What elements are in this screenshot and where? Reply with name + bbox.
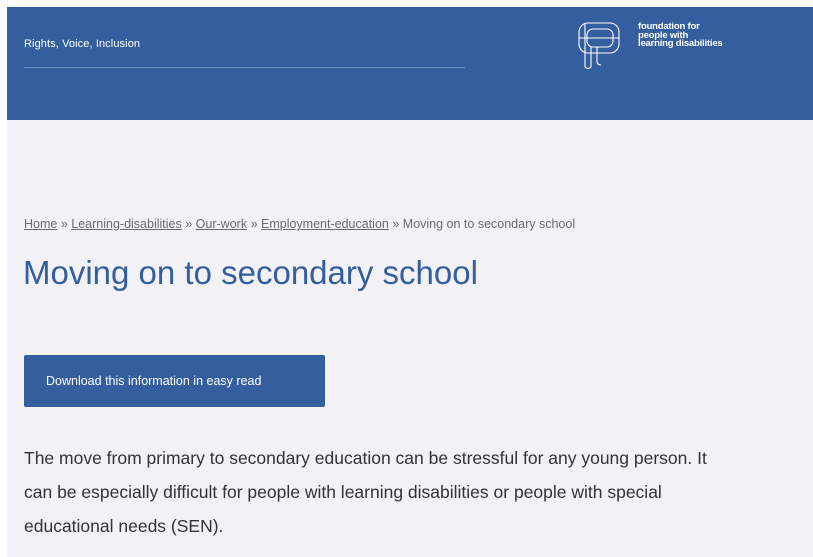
intro-line-2: can be especially difficult for people w…: [24, 482, 662, 502]
intro-line-1: The move from primary to secondary educa…: [24, 448, 707, 468]
tagline-divider: [24, 67, 465, 68]
page-title: Moving on to secondary school: [23, 254, 478, 291]
breadcrumb-separator: »: [250, 217, 261, 231]
breadcrumb-current: Moving on to secondary school: [402, 217, 576, 231]
breadcrumb-link-learning-disabilities[interactable]: Learning-disabilities: [71, 217, 181, 231]
site-header: Rights, Voice, Inclusion foundation for …: [7, 7, 813, 120]
breadcrumb-separator: »: [392, 217, 403, 231]
download-easy-read-button[interactable]: Download this information in easy read: [24, 355, 325, 407]
breadcrumb-link-employment-education[interactable]: Employment-education: [261, 217, 389, 231]
site-logo[interactable]: foundation for people with learning disa…: [577, 21, 747, 69]
intro-line-3: educational needs (SEN).: [24, 516, 224, 536]
breadcrumb-separator: »: [60, 217, 72, 231]
breadcrumb: Home » Learning-disabilities » Our-work …: [24, 217, 575, 231]
breadcrumb-link-our-work[interactable]: Our-work: [196, 217, 247, 231]
breadcrumb-separator: »: [185, 217, 196, 231]
breadcrumb-link-home[interactable]: Home: [24, 217, 57, 231]
fpld-logo-icon: [578, 22, 620, 69]
logo-wordmark: foundation for people with learning disa…: [638, 22, 723, 49]
main-content: Home » Learning-disabilities » Our-work …: [7, 120, 813, 557]
intro-paragraph: The move from primary to secondary educa…: [24, 441, 813, 543]
site-tagline: Rights, Voice, Inclusion: [24, 38, 141, 50]
logo-line-3: learning disabilities: [638, 38, 723, 49]
page-margin: [0, 0, 7, 557]
